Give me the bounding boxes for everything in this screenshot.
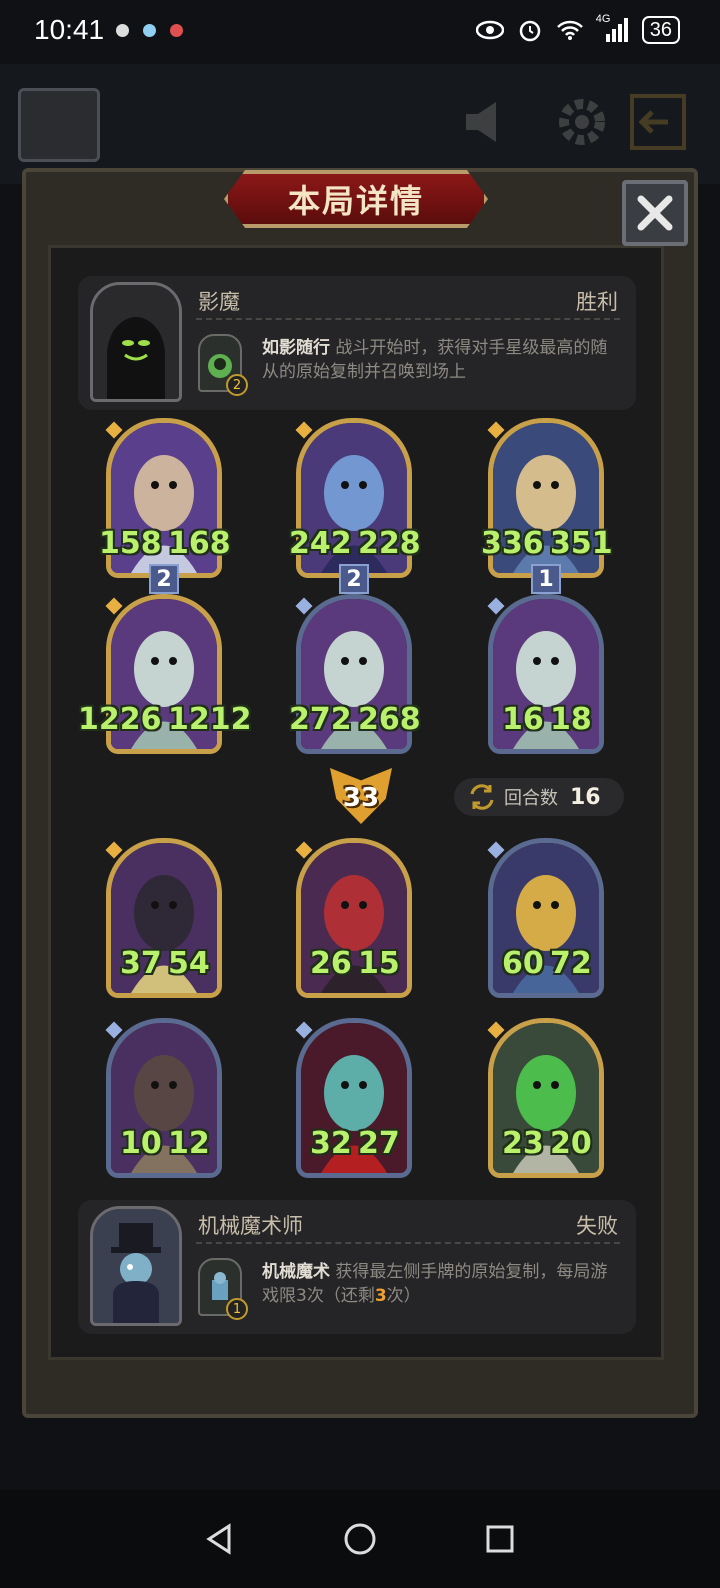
signal-icon: 4G (596, 13, 630, 43)
skill-text-end: 次） (386, 1286, 421, 1306)
attack-value: 32 (310, 1126, 352, 1161)
health-value: 27 (358, 1126, 400, 1161)
notification-icon (170, 24, 183, 37)
divider (196, 318, 620, 320)
winner-player-box: 影魔 胜利 2 如影随行 战斗开始时，获得对手星级最高的随从的原始复制并召唤到场… (78, 276, 636, 410)
skill-name: 机械魔术 (262, 1262, 330, 1282)
health-value: 54 (168, 946, 210, 981)
eye-icon (475, 17, 504, 43)
alarm-icon (516, 17, 544, 43)
system-navigation-bar (0, 1490, 720, 1588)
health-value: 20 (550, 1126, 592, 1161)
attack-value: 158 (99, 526, 162, 561)
health-value: 228 (358, 526, 421, 561)
attack-value: 26 (310, 946, 352, 981)
attack-value: 37 (120, 946, 162, 981)
skill-level-badge: 2 (226, 374, 248, 396)
skill-level-badge: 1 (226, 1298, 248, 1320)
health-value: 72 (550, 946, 592, 981)
level-badge: 1 (531, 564, 561, 594)
divider (196, 1242, 620, 1244)
status-icons: 4G 36 (475, 13, 680, 44)
home-icon[interactable] (343, 1522, 377, 1556)
player-name: 影魔 (198, 290, 240, 314)
speaker-icon (460, 92, 520, 152)
network-type: 4G (595, 13, 611, 25)
recents-icon[interactable] (483, 1522, 517, 1556)
refresh-icon (470, 784, 494, 810)
rounds-value: 16 (570, 784, 601, 810)
title-banner: 本局详情 (224, 170, 488, 228)
player-name: 机械魔术师 (198, 1214, 303, 1238)
health-value: 15 (358, 946, 400, 981)
health-value: 18 (550, 702, 592, 737)
player-avatar (18, 88, 100, 162)
level-badge: 2 (339, 564, 369, 594)
notification-icon (116, 24, 129, 37)
health-value: 268 (358, 702, 421, 737)
match-result: 失败 (576, 1214, 618, 1238)
battery-indicator: 36 (641, 16, 680, 44)
status-bar: 10:41 4G 36 (0, 0, 720, 64)
skill-remaining-count: 3 (374, 1286, 387, 1306)
skill-name: 如影随行 (262, 338, 330, 358)
health-value: 1212 (168, 702, 252, 737)
rounds-counter: 回合数 16 (454, 778, 624, 816)
attack-value: 10 (120, 1126, 162, 1161)
status-time: 10:41 (34, 14, 105, 45)
attack-value: 336 (481, 526, 544, 561)
exit-icon (628, 92, 688, 152)
close-icon (637, 195, 673, 231)
skill-icon[interactable]: 1 (198, 1258, 248, 1320)
back-icon[interactable] (203, 1522, 237, 1556)
gear-icon (552, 92, 612, 152)
attack-value: 16 (502, 702, 544, 737)
skill-icon[interactable]: 2 (198, 334, 248, 396)
dialog-title: 本局详情 (287, 182, 424, 220)
skill-description: 如影随行 战斗开始时，获得对手星级最高的随从的原始复制并召唤到场上 (262, 336, 622, 384)
health-value: 168 (168, 526, 231, 561)
health-value: 12 (168, 1126, 210, 1161)
wifi-icon (556, 17, 584, 43)
attack-value: 60 (502, 946, 544, 981)
rounds-label: 回合数 (504, 788, 558, 809)
close-button[interactable] (622, 180, 688, 246)
hero-portrait[interactable] (90, 1206, 182, 1326)
damage-value: 33 (342, 783, 380, 813)
game-header-background (0, 64, 720, 184)
level-badge: 2 (149, 564, 179, 594)
attack-value: 1226 (78, 702, 162, 737)
health-value: 351 (550, 526, 613, 561)
notification-icons (116, 24, 183, 37)
attack-value: 272 (289, 702, 352, 737)
notification-icon (143, 24, 156, 37)
match-result: 胜利 (576, 290, 618, 314)
attack-value: 23 (502, 1126, 544, 1161)
hero-portrait[interactable] (90, 282, 182, 402)
loser-player-box: 机械魔术师 失败 1 机械魔术 获得最左侧手牌的原始复制，每局游戏限3次（还剩3… (78, 1200, 636, 1334)
skill-description: 机械魔术 获得最左侧手牌的原始复制，每局游戏限3次（还剩3次） (262, 1260, 622, 1308)
attack-value: 242 (289, 526, 352, 561)
